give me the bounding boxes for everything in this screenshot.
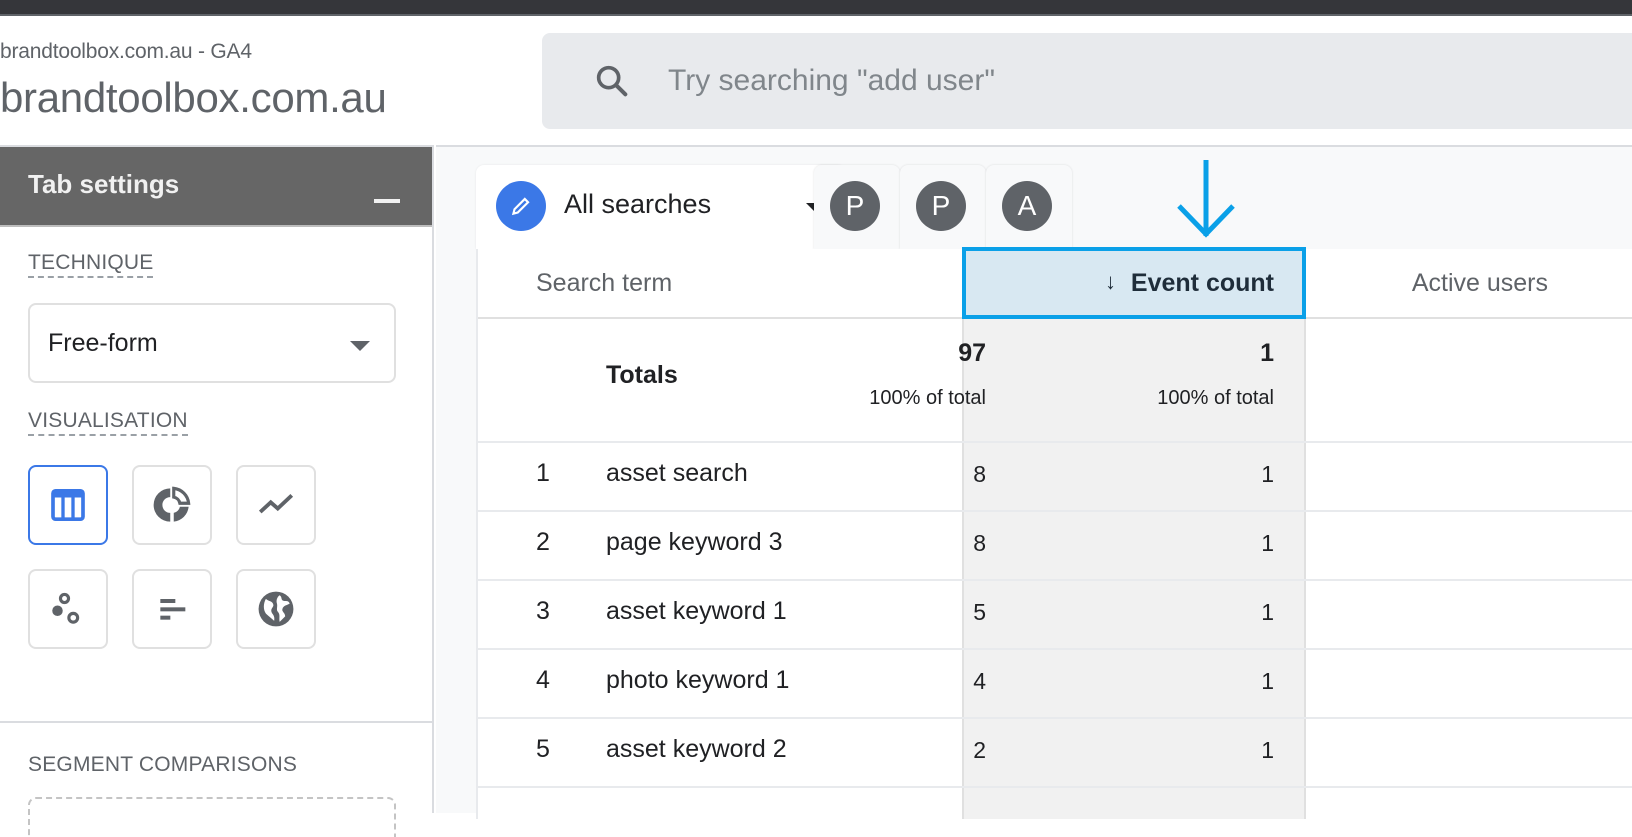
app-header: brandtoolbox.com.au - GA4 brandtoolbox.c… xyxy=(0,16,1632,146)
search-term-cell[interactable]: photo keyword 1 xyxy=(606,666,789,695)
technique-label[interactable]: TECHNIQUE xyxy=(28,251,154,278)
row-divider xyxy=(478,579,1632,581)
viz-bar-button[interactable] xyxy=(132,569,212,649)
column-header-event-count[interactable]: ↓ Event count xyxy=(962,247,1306,319)
row-index: 5 xyxy=(536,735,550,763)
search-term-cell[interactable]: asset keyword 2 xyxy=(606,735,787,764)
segment-comparisons-label: SEGMENT COMPARISONS xyxy=(28,753,298,776)
event-count-cell: 5 xyxy=(973,599,986,625)
table-icon xyxy=(51,489,85,521)
row-divider xyxy=(478,510,1632,512)
event-count-cell: 2 xyxy=(973,737,986,763)
sort-descending-icon: ↓ xyxy=(1105,269,1116,294)
event-count-label: Event count xyxy=(1130,269,1274,297)
segment-badge: P xyxy=(830,181,880,231)
search-term-cell[interactable]: page keyword 3 xyxy=(606,528,783,557)
segment-badge: P xyxy=(916,181,966,231)
totals-active-users-pct: 100% of total xyxy=(1157,387,1274,409)
active-users-cell: 1 xyxy=(1261,530,1274,556)
compare-tab-1[interactable]: P xyxy=(814,165,900,249)
pencil-icon[interactable] xyxy=(496,181,546,231)
technique-dropdown[interactable]: Free-form xyxy=(28,303,396,383)
technique-value: Free-form xyxy=(48,329,158,357)
annotation-arrow-icon xyxy=(1177,160,1235,238)
row-index: 4 xyxy=(536,666,550,694)
globe-icon xyxy=(258,591,294,627)
donut-chart-icon xyxy=(153,486,191,522)
row-index: 1 xyxy=(536,459,550,487)
viz-donut-button[interactable] xyxy=(132,465,212,545)
search-term-cell[interactable]: asset search xyxy=(606,459,748,488)
tab-settings-panel: Tab settings TECHNIQUE Free-form VISUALI… xyxy=(0,145,434,837)
tab-settings-title: Tab settings xyxy=(28,169,180,199)
browser-top-bar xyxy=(0,0,1632,16)
visualisation-label[interactable]: VISUALISATION xyxy=(28,409,188,436)
segment-drop-zone[interactable] xyxy=(28,797,396,837)
search-term-cell[interactable]: asset keyword 1 xyxy=(606,597,787,626)
compare-tab-3[interactable]: A xyxy=(986,165,1072,249)
tab-all-searches[interactable]: All searches xyxy=(476,165,846,249)
search-bar[interactable] xyxy=(542,33,1632,129)
active-users-cell: 1 xyxy=(1261,668,1274,694)
segment-badge: A xyxy=(1002,181,1052,231)
row-index: 2 xyxy=(536,528,550,556)
active-users-cell: 1 xyxy=(1261,599,1274,625)
chevron-down-icon xyxy=(350,341,370,351)
account-subtitle[interactable]: brandtoolbox.com.au - GA4 xyxy=(0,40,252,64)
column-header-search-term[interactable]: Search term xyxy=(536,269,672,298)
minimize-icon[interactable] xyxy=(374,199,400,203)
report-canvas: All searches P P A Search term ↓ Event c… xyxy=(436,145,1632,819)
tab-settings-header: Tab settings xyxy=(0,147,432,227)
row-divider xyxy=(478,717,1632,719)
scatter-plot-icon xyxy=(52,592,80,624)
totals-event-count-pct: 100% of total xyxy=(869,387,986,409)
column-header-active-users[interactable]: Active users xyxy=(1412,269,1548,298)
column-divider xyxy=(1304,249,1306,819)
event-count-cell: 8 xyxy=(973,461,986,487)
row-divider xyxy=(478,786,1632,788)
line-chart-icon xyxy=(258,493,294,514)
event-count-cell: 8 xyxy=(973,530,986,556)
active-users-cell: 1 xyxy=(1261,461,1274,487)
row-index: 3 xyxy=(536,597,550,625)
tab-label: All searches xyxy=(564,189,712,219)
totals-label: Totals xyxy=(606,361,678,389)
viz-line-button[interactable] xyxy=(236,465,316,545)
bar-chart-icon xyxy=(160,599,186,620)
row-divider xyxy=(478,441,1632,443)
property-title[interactable]: brandtoolbox.com.au xyxy=(0,74,387,122)
viz-geo-button[interactable] xyxy=(236,569,316,649)
totals-event-count: 97 xyxy=(958,339,986,367)
search-input[interactable] xyxy=(668,59,1568,103)
compare-tab-2[interactable]: P xyxy=(900,165,986,249)
row-divider xyxy=(478,648,1632,650)
totals-active-users: 1 xyxy=(1260,339,1274,367)
sidebar-divider xyxy=(0,721,432,723)
search-icon xyxy=(596,65,628,97)
viz-scatter-button[interactable] xyxy=(28,569,108,649)
data-table: Search term ↓ Event count Active users T… xyxy=(476,247,1632,819)
viz-table-button[interactable] xyxy=(28,465,108,545)
event-count-cell: 4 xyxy=(973,668,986,694)
active-users-cell: 1 xyxy=(1261,737,1274,763)
